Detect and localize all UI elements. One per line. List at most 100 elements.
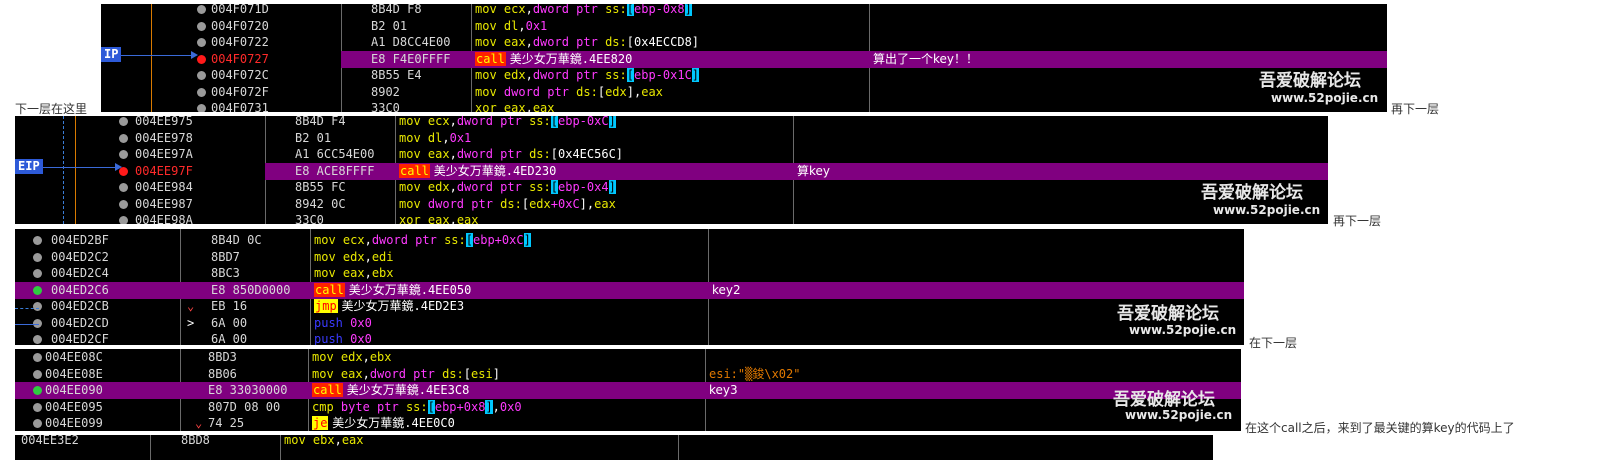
bullet-icon[interactable] [33,419,42,428]
bullet-icon[interactable] [119,183,128,192]
asm-row[interactable]: 004EE97F E8 ACE8FFFF call 美少女万華鏡.4ED230 算ke… [119,162,1328,180]
instruction-token: ds: [529,147,551,161]
instruction-token: ds: [576,84,598,99]
jump-mark: > [187,315,195,330]
asm-row[interactable]: 004ED2BF 8B4D 0C mov ecx,dword ptr ss:[ebp… [15,232,1244,249]
bullet-icon[interactable] [119,216,128,224]
asm-row[interactable]: 004EE3E2 8BD8 mov ebx,eax [15,435,1213,449]
asm-row[interactable]: 004EE978 B2 01 mov dl,0x1 [15,130,1328,147]
instruction-token: ] [691,68,700,82]
instruction-token: dl [503,18,519,33]
instruction-token: [ [427,399,435,414]
instruction-token: 美少女万華鏡 [429,163,506,178]
instruction-token: ] [608,180,616,194]
address: 004ED2CD [51,315,109,330]
asm-row[interactable]: 004EE095 807D 08 00 cmp byte ptr ss:[ebp+0… [15,399,1241,416]
instruction-token: , [364,233,372,247]
instruction-token: mov [399,147,428,161]
asm-row[interactable]: 004F0720 B2 01 mov dl,0x1 [101,18,1387,35]
watermark-title: 吾爱破解论坛 [1117,304,1219,324]
instruction: mov ecx,dword ptr ss:[ebp+0xC] [314,232,531,249]
comment: esi:"▒鋑\x02" [709,366,801,381]
bullet-icon[interactable] [197,87,206,97]
asm-row[interactable]: 004EE98A 33C0 xor eax,eax [15,212,1328,224]
instruction-token: ebp-0xC [558,116,609,128]
instruction-token: mov [284,435,313,447]
instruction-token: edx [340,350,363,364]
bullet-icon[interactable] [197,104,206,112]
instruction: mov ebx,eax [284,435,364,449]
breakpoint-icon[interactable] [33,386,42,395]
bullet-icon[interactable] [119,150,128,159]
bullet-icon[interactable] [33,252,42,262]
address: 004ED2CB [51,299,109,313]
instruction-token: ds: [605,35,627,49]
address: 004F0722 [211,35,269,49]
instruction-token: .4EE0C0 [404,416,455,430]
bullet-icon[interactable] [33,402,42,412]
opcode-bytes: B2 01 [295,130,332,145]
bullet-icon[interactable] [197,21,206,31]
instruction-token: ebp+0x8 [434,399,486,414]
instruction-token: dword ptr [456,180,530,194]
address: 004F072C [211,68,269,82]
asm-row[interactable]: 004EE97A A1 6CC54E00 mov eax,dword ptr ds:… [15,146,1328,163]
bullet-icon[interactable] [33,318,42,328]
note-next-layer-2: 再下一层 [1333,214,1382,228]
breakpoint-icon[interactable] [33,285,42,295]
opcode-bytes: 8B4D 0C [211,233,262,247]
bullet-icon[interactable] [119,199,128,209]
asm-row[interactable]: ⌄ 004EE099 74 25 je 美少女万華鏡.4EE0C0 [15,415,1241,431]
asm-row[interactable]: 004F0731 33C0 xor eax,eax [101,100,1387,112]
breakpoint-icon[interactable] [197,54,206,64]
opcode-bytes: 8B55 FC [295,180,346,194]
asm-row[interactable]: 004EE090 E8 33030000 call 美少女万華鏡.4EE3C8 key… [15,382,1241,399]
asm-row[interactable]: 004EE975 8B4D F4 mov ecx,dword ptr ss:[ebp… [15,116,1328,130]
asm-row[interactable]: >004ED2CD 6A 00 push 0x0 [15,315,1244,332]
instruction-token: ebp-0x1C [634,68,692,82]
instruction-token: , [492,399,500,414]
address: 004EE095 [45,399,103,414]
asm-row[interactable]: 004EE984 8B55 FC mov edx,dword ptr ss:[ebp… [15,179,1328,196]
asm-row[interactable]: 004F071D 8B4D F8 mov ecx,dword ptr ss:[ebp… [101,4,1387,18]
asm-row[interactable]: 004F0727 E8 F4E0FFFF call 美少女万華鏡.4EE820 算出了… [197,50,1387,68]
asm-row[interactable]: 004F0722 A1 D8CC4E00 mov eax,dword ptr ds:… [101,34,1387,51]
asm-row[interactable]: 004EE08E 8B06 mov eax,dword ptr ds:[esi] es… [15,366,1241,383]
instruction-token: .4EE820 [581,51,633,66]
opcode-bytes: A1 6CC54E00 [295,147,375,161]
instruction-token: [0x4EC56C] [550,147,624,161]
asm-row[interactable]: 004ED2C4 8BC3 mov eax,ebx [15,265,1244,282]
instruction-token: ebp+0xC [473,233,524,247]
asm-row[interactable]: 004ED2CF 6A 00 push 0x0 [15,331,1244,345]
asm-row[interactable]: 004ED2C6 E8 850D0000 call 美少女万華鏡.4EE050 key… [15,281,1244,299]
bullet-icon[interactable] [33,353,42,362]
instruction-token: , [449,116,457,128]
bullet-icon[interactable] [33,335,42,344]
disassembly-panel-3: 004ED2BF 8B4D 0C mov ecx,dword ptr ss:[ebp… [15,229,1244,345]
bullet-icon[interactable] [197,71,206,80]
instruction-token: xor [399,213,428,224]
opcode-bytes: 8BD7 [211,249,240,264]
asm-row[interactable]: 004EE08C 8BD3 mov edx,ebx [15,349,1241,366]
asm-row[interactable]: 004F072F 8902 mov dword ptr ds:[edx],eax [101,84,1387,101]
ip-arrow [121,55,193,56]
bullet-icon[interactable] [33,269,42,278]
asm-row[interactable]: 004ED2C2 8BD7 mov edx,edi [15,249,1244,266]
instruction-token: eax [341,435,364,447]
instruction-token: mov [312,366,341,381]
address: 004EE090 [45,383,103,397]
bullet-icon[interactable] [33,236,42,245]
instruction-token: xor [475,101,504,112]
instruction-token: cmp [312,399,341,414]
bullet-icon[interactable] [197,38,206,47]
asm-row[interactable]: 004F072C 8B55 E4 mov edx,dword ptr ss:[ebp… [101,67,1387,84]
asm-row[interactable]: ⌄ 004ED2CB EB 16 jmp 美少女万華鏡.4ED2E3 [15,298,1244,315]
asm-row[interactable]: 004EE987 8942 0C mov dword ptr ds:[edx+0xC… [15,196,1328,213]
instruction-token: [ [550,116,558,128]
instruction-token: ebx [369,350,392,364]
opcode-bytes: 33C0 [371,101,400,112]
bullet-icon[interactable] [33,369,42,379]
bullet-icon[interactable] [197,5,206,14]
bullet-icon[interactable] [119,133,128,143]
bullet-icon[interactable] [119,117,128,126]
